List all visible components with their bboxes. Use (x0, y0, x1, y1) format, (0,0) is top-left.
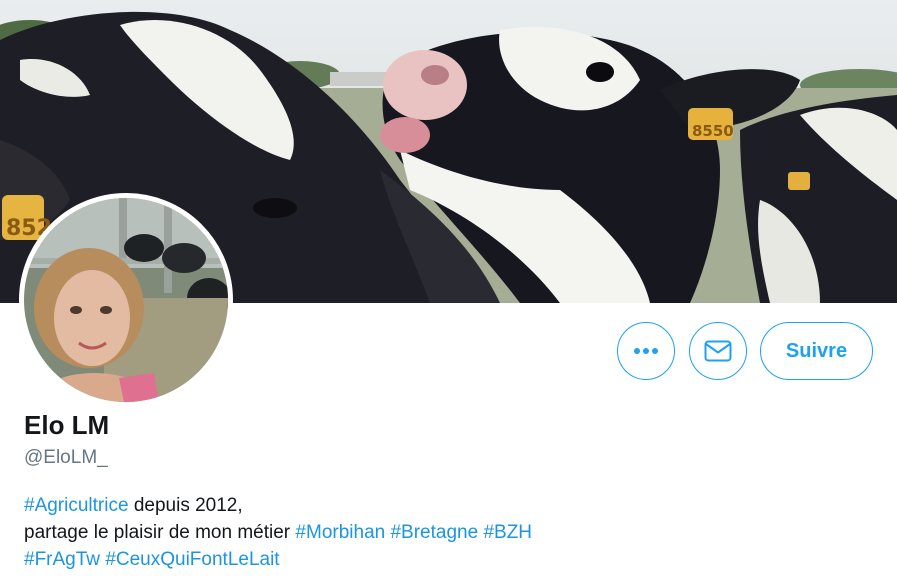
profile-display-name: Elo LM (24, 410, 110, 440)
bio-line-2: partage le plaisir de mon métier #Morbih… (24, 519, 532, 546)
hashtag-morbihan-link[interactable]: #Morbihan (295, 522, 385, 543)
bio-line-3: #FrAgTw #CeuxQuiFontLeLait (24, 546, 532, 573)
ear-tag-center-number: 8550 (692, 122, 734, 140)
bio-text-2: partage le plaisir de mon métier (24, 522, 296, 543)
hashtag-fragtw-link[interactable]: #FrAgTw (24, 549, 100, 570)
bio-line-1: #Agricultrice depuis 2012, (24, 492, 532, 519)
envelope-icon (704, 340, 732, 362)
follow-button[interactable]: Suivre (760, 322, 873, 380)
more-options-button[interactable] (617, 322, 675, 380)
hashtag-bzh-link[interactable]: #BZH (483, 522, 532, 543)
hashtag-bretagne-link[interactable]: #Bretagne (390, 522, 478, 543)
message-button[interactable] (689, 322, 747, 380)
profile-avatar[interactable] (19, 193, 233, 407)
profile-handle: @EloLM_ (24, 447, 108, 468)
hashtag-agricultrice-link[interactable]: #Agricultrice (24, 495, 129, 516)
bio-text-1: depuis 2012, (128, 495, 243, 516)
more-dots-icon (634, 348, 658, 354)
profile-bio: #Agricultrice depuis 2012, partage le pl… (24, 492, 532, 573)
hashtag-ceuxquifontlelait-link[interactable]: #CeuxQuiFontLeLait (105, 549, 279, 570)
